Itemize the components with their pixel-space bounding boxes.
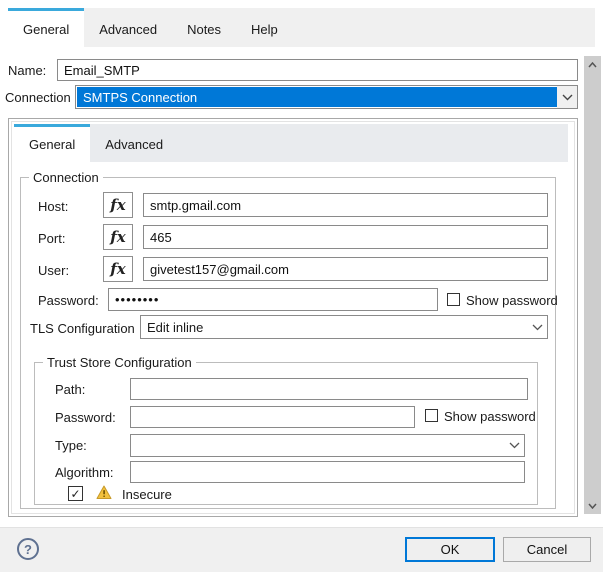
warning-icon	[96, 485, 112, 503]
user-input[interactable]	[143, 257, 548, 281]
tab-advanced[interactable]: Advanced	[84, 8, 172, 47]
trust-show-password-label: Show password	[444, 409, 536, 424]
port-label: Port:	[38, 231, 66, 246]
cancel-button[interactable]: Cancel	[503, 537, 591, 562]
inner-tab-bar: General Advanced	[14, 124, 568, 162]
connection-selected-value: SMTPS Connection	[77, 87, 557, 107]
tab-help[interactable]: Help	[236, 8, 293, 47]
trust-algorithm-label: Algorithm:	[55, 465, 114, 480]
trust-type-selected-value	[131, 435, 504, 456]
trust-password-input[interactable]	[130, 406, 415, 428]
connection-group-legend: Connection	[29, 170, 103, 185]
tls-configuration-label: TLS Configuration	[30, 321, 135, 336]
chevron-down-icon[interactable]	[557, 86, 577, 108]
checkmark-icon: ✓	[70, 486, 81, 501]
user-fx-button[interactable]: fx	[103, 256, 133, 282]
connection-label: Connection	[5, 90, 71, 105]
trust-show-password-checkbox[interactable]	[425, 409, 438, 422]
trust-type-label: Type:	[55, 438, 87, 453]
trust-password-label: Password:	[55, 410, 116, 425]
chevron-down-icon[interactable]	[527, 316, 547, 338]
tls-selected-value: Edit inline	[147, 319, 204, 335]
tab-general[interactable]: General	[8, 8, 85, 47]
inner-tab-advanced[interactable]: Advanced	[90, 124, 178, 162]
trust-store-group-legend: Trust Store Configuration	[43, 355, 196, 370]
password-input[interactable]	[108, 288, 438, 311]
host-label: Host:	[38, 199, 69, 214]
tls-configuration-select[interactable]: Edit inline	[140, 315, 548, 339]
trust-path-label: Path:	[55, 382, 86, 397]
outer-tab-bar: General Advanced Notes Help	[8, 8, 595, 47]
dialog-footer: ? OK Cancel	[0, 527, 603, 572]
ok-button[interactable]: OK	[405, 537, 495, 562]
chevron-down-icon[interactable]	[504, 435, 524, 456]
scroll-up-icon[interactable]	[584, 57, 601, 72]
connection-select[interactable]: SMTPS Connection	[75, 85, 578, 109]
tab-notes[interactable]: Notes	[172, 8, 236, 47]
host-input[interactable]	[143, 193, 548, 217]
trust-path-input[interactable]	[130, 378, 528, 400]
port-input[interactable]	[143, 225, 548, 249]
show-password-label: Show password	[466, 293, 558, 308]
insecure-label: Insecure	[122, 487, 172, 502]
trust-algorithm-input[interactable]	[130, 461, 525, 483]
host-fx-button[interactable]: fx	[103, 192, 133, 218]
help-icon[interactable]: ?	[17, 538, 39, 560]
smtp-connection-dialog: General Advanced Notes Help Name: Connec…	[0, 0, 603, 572]
inner-tab-general[interactable]: General	[14, 124, 91, 162]
scroll-down-icon[interactable]	[584, 498, 601, 513]
password-label: Password:	[38, 293, 99, 308]
trust-type-select[interactable]	[130, 434, 525, 457]
insecure-checkbox[interactable]: ✓	[68, 486, 83, 501]
port-fx-button[interactable]: fx	[103, 224, 133, 250]
show-password-checkbox[interactable]	[447, 293, 460, 306]
name-label: Name:	[8, 63, 47, 78]
user-label: User:	[38, 263, 70, 278]
vertical-scrollbar[interactable]	[584, 56, 601, 514]
name-input[interactable]	[57, 59, 578, 81]
